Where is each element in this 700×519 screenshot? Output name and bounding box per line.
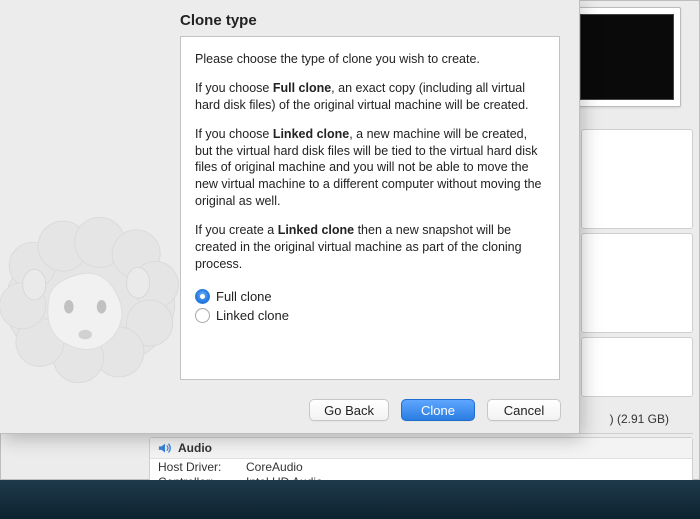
clone-button[interactable]: Clone xyxy=(401,399,475,421)
host-driver-label: Host Driver: xyxy=(158,460,246,474)
clone-wizard-dialog: Clone type Please choose the type of clo… xyxy=(0,0,580,434)
full-clone-radio[interactable]: Full clone xyxy=(195,287,545,306)
dialog-content: Please choose the type of clone you wish… xyxy=(180,36,560,380)
host-driver-value: CoreAudio xyxy=(246,460,303,474)
audio-section-header[interactable]: Audio xyxy=(150,438,692,459)
bg-panel-fragment xyxy=(581,233,693,333)
storage-size-fragment: ) (2.91 GB) xyxy=(610,412,669,426)
audio-icon xyxy=(158,442,172,454)
host-driver-row: Host Driver: CoreAudio xyxy=(150,459,692,474)
linked-clone-radio[interactable]: Linked clone xyxy=(195,306,545,325)
sheep-watermark-icon xyxy=(0,150,190,400)
full-clone-description: If you choose Full clone, an exact copy … xyxy=(195,80,545,114)
linked-clone-radio-label: Linked clone xyxy=(216,308,289,323)
clone-type-radio-group: Full clone Linked clone xyxy=(195,287,545,325)
bg-panel-fragment xyxy=(581,337,693,397)
full-clone-radio-label: Full clone xyxy=(216,289,272,304)
cancel-button[interactable]: Cancel xyxy=(487,399,561,421)
vm-preview-screenshot xyxy=(580,14,674,100)
linked-clone-description: If you choose Linked clone, a new machin… xyxy=(195,126,545,210)
desktop-dock-fragment xyxy=(0,480,700,519)
dialog-button-row: Go Back Clone Cancel xyxy=(0,399,561,421)
snapshot-note: If you create a Linked clone then a new … xyxy=(195,222,545,273)
vm-preview-box xyxy=(573,7,681,107)
bg-panel-fragment xyxy=(581,129,693,229)
radio-selected-icon xyxy=(195,289,210,304)
dialog-title: Clone type xyxy=(180,12,257,29)
intro-text: Please choose the type of clone you wish… xyxy=(195,51,545,68)
audio-section-label: Audio xyxy=(178,441,212,455)
radio-unselected-icon xyxy=(195,308,210,323)
go-back-button[interactable]: Go Back xyxy=(309,399,389,421)
